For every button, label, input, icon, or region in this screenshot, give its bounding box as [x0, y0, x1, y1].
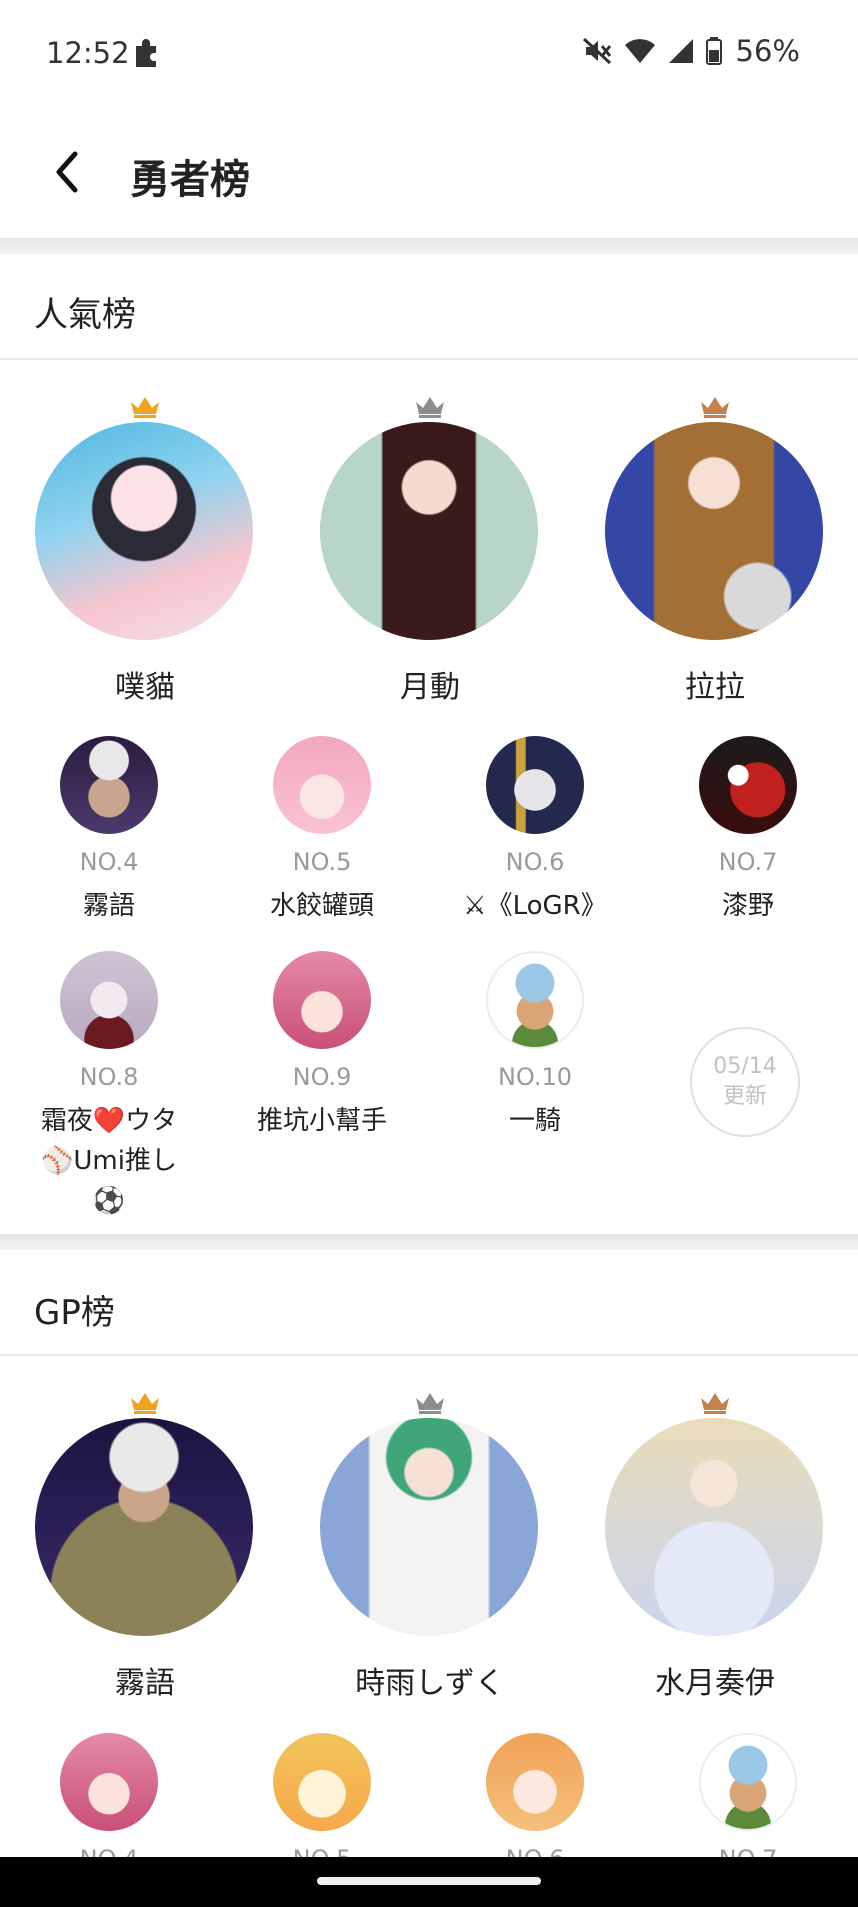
rank-name: 水餃罐頭 — [269, 891, 374, 921]
avatar — [605, 422, 823, 640]
avatar — [699, 1733, 797, 1831]
status-time: 12:52 — [46, 36, 130, 70]
crown-bronze-icon — [701, 397, 729, 418]
podium-name: 月動 — [400, 670, 460, 705]
avatar — [35, 422, 253, 640]
header-shadow — [0, 238, 858, 254]
rank-name-line: ⚽ — [92, 1186, 126, 1216]
update-label: 更新 — [722, 1084, 767, 1109]
avatar — [320, 422, 538, 640]
rank-name: 霧語 — [82, 891, 135, 921]
avatar — [699, 736, 797, 834]
avatar — [35, 1418, 253, 1636]
section-divider — [0, 1354, 858, 1356]
chevron-left-icon — [56, 151, 78, 193]
app-header: 勇者榜 — [0, 105, 858, 238]
rank-number: NO.6 — [505, 848, 565, 876]
crown-bronze-icon — [701, 1393, 729, 1414]
status-bar: 12:52 56% — [0, 0, 858, 105]
rank-number: NO.4 — [2, 1845, 216, 1857]
signal-icon — [668, 39, 693, 63]
rank-number: NO.7 — [718, 848, 778, 876]
avatar — [273, 951, 371, 1049]
avatar — [486, 1733, 584, 1831]
popularity-section: 人氣榜 噗貓 月動 拉拉 NO.4 霧語 NO.5 水餃罐頭 NO.6 ⚔《Lo… — [0, 254, 858, 1234]
rank-name: ⚔《LoGR》 — [463, 891, 607, 921]
avatar — [486, 951, 584, 1049]
podium-name: 拉拉 — [685, 670, 745, 705]
avatar — [60, 736, 158, 834]
battery-percent: 56% — [735, 34, 800, 68]
section-gap — [0, 1234, 858, 1250]
rank-number: NO.10 — [497, 1063, 573, 1091]
avatar — [486, 736, 584, 834]
podium-name: 霧語 — [115, 1666, 175, 1701]
rank-name: 一騎 — [508, 1106, 561, 1136]
update-date-badge: 05/14 更新 — [690, 1027, 800, 1137]
crown-silver-icon — [416, 397, 444, 418]
wifi-icon — [624, 39, 655, 63]
avatar — [60, 1733, 158, 1831]
rank-name: 漆野 — [721, 891, 774, 921]
rank-name: 推坑小幫手 — [256, 1106, 387, 1136]
rank-name-line: 霜夜❤️ウタ — [40, 1106, 178, 1136]
rank-number: NO.6 — [428, 1845, 642, 1857]
rank-number: NO.5 — [215, 1845, 429, 1857]
section-divider — [0, 358, 858, 360]
gp-section: GP榜 霧語 時雨しずく 水月奏伊 NO.4 NO.5 NO.6 — [0, 1250, 858, 1857]
status-icons: 56% — [582, 34, 800, 68]
avatar — [605, 1418, 823, 1636]
crown-silver-icon — [416, 1393, 444, 1414]
podium-name: 水月奏伊 — [655, 1666, 775, 1701]
rank-number: NO.7 — [641, 1845, 855, 1857]
rank-name-line: ⚾Umi推し — [41, 1146, 177, 1176]
crown-gold-icon — [131, 397, 159, 418]
rank-name-multiline: 霜夜❤️ウタ ⚾Umi推し ⚽ — [2, 1101, 216, 1221]
battery-icon — [705, 37, 722, 65]
rank-number: NO.8 — [79, 1063, 139, 1091]
avatar — [320, 1418, 538, 1636]
rank-number: NO.4 — [79, 848, 139, 876]
mute-icon — [582, 37, 611, 65]
page-title: 勇者榜 — [130, 157, 250, 203]
avatar — [273, 736, 371, 834]
avatar — [273, 1733, 371, 1831]
rank-number: NO.9 — [292, 1063, 352, 1091]
home-gesture-handle[interactable] — [317, 1877, 541, 1885]
puzzle-icon — [136, 39, 156, 67]
crown-gold-icon — [131, 1393, 159, 1414]
navigation-bar — [0, 1857, 858, 1907]
section-title-popularity: 人氣榜 — [34, 295, 136, 335]
section-title-gp: GP榜 — [34, 1293, 115, 1333]
podium-name: 噗貓 — [115, 670, 175, 705]
avatar — [60, 951, 158, 1049]
rank-number: NO.5 — [292, 848, 352, 876]
podium-name: 時雨しずく — [355, 1666, 505, 1701]
update-date: 05/14 — [713, 1054, 777, 1079]
back-button[interactable] — [42, 145, 90, 199]
